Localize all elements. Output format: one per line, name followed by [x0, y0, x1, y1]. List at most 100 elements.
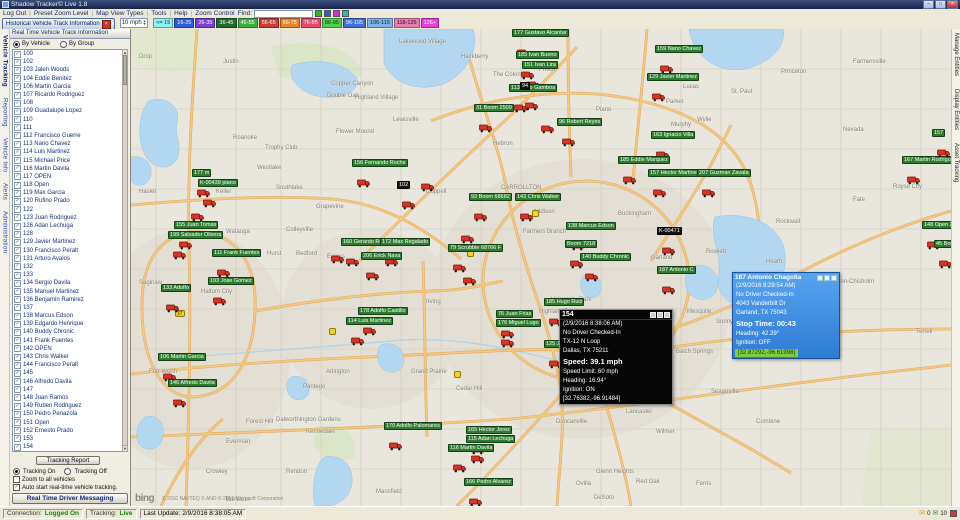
vehicle-checkbox[interactable]: ✓	[14, 427, 21, 434]
vehicle-list[interactable]: ✓100✓102✓103 Jalen Woods✓104 Eddie Benit…	[12, 49, 123, 452]
vehicle-checkbox[interactable]: ✓	[14, 329, 21, 336]
popup-info-icon[interactable]	[824, 275, 830, 281]
vehicle-list-item[interactable]: ✓114 Luis Martinez	[13, 148, 122, 156]
vehicle-checkbox[interactable]: ✓	[14, 149, 21, 156]
quick-color-blue-icon[interactable]	[324, 10, 331, 17]
vehicle-checkbox[interactable]: ✓	[14, 362, 21, 369]
vehicle-list-item[interactable]: ✓150 Pedro Penazola	[13, 410, 122, 418]
scroll-thumb[interactable]	[123, 55, 127, 85]
vehicle-checkbox[interactable]: ✓	[14, 124, 21, 131]
vehicle-checkbox[interactable]: ✓	[14, 206, 21, 213]
quick-color-teal-icon[interactable]	[342, 10, 349, 17]
vehicle-checkbox[interactable]: ✓	[14, 165, 21, 172]
vehicle-checkbox[interactable]: ✓	[14, 239, 21, 246]
vehicle-list-item[interactable]: ✓152 Ernesto Prado	[13, 427, 122, 435]
vehicle-checkbox[interactable]: ✓	[14, 141, 21, 148]
vehicle-list-item[interactable]: ✓149 Ruben Rodriguez	[13, 402, 122, 410]
vehicle-checkbox[interactable]: ✓	[14, 263, 21, 270]
tracking-report-button[interactable]: Tracking Report	[36, 456, 100, 465]
menu-item-help[interactable]: Help	[174, 10, 187, 17]
popup-title-bar[interactable]: 187 Antonio Chagolla	[733, 273, 839, 282]
vehicle-list-item[interactable]: ✓142 OPEN	[13, 345, 122, 353]
vehicle-checkbox[interactable]: ✓	[14, 313, 21, 320]
tracking-off-radio[interactable]	[64, 468, 71, 475]
vehicle-list-item[interactable]: ✓112 Francisco Guerre	[13, 132, 122, 140]
sidebar-tab-vehicle-info[interactable]: Vehicle Info	[2, 138, 8, 173]
menu-item-tools[interactable]: Tools	[151, 10, 166, 17]
vehicle-checkbox[interactable]: ✓	[14, 223, 21, 230]
tracking-on-radio[interactable]	[13, 468, 20, 475]
vehicle-list-item[interactable]: ✓147	[13, 386, 122, 394]
minimize-button[interactable]: –	[923, 0, 934, 9]
close-button[interactable]: ×	[947, 0, 958, 9]
vehicle-list-item[interactable]: ✓126 Adan Lechuga	[13, 222, 122, 230]
vehicle-list-item[interactable]: ✓120 Rufino Prado	[13, 197, 122, 205]
alert-red-icon[interactable]	[950, 510, 957, 517]
popup-info-icon[interactable]	[657, 312, 663, 318]
vehicle-list-scrollbar[interactable]: ▲ ▼	[122, 49, 128, 452]
vehicle-checkbox[interactable]: ✓	[14, 337, 21, 344]
right-strip-link-manage-entities[interactable]: Manage Entities	[953, 33, 959, 76]
vehicle-checkbox[interactable]: ✓	[14, 255, 21, 262]
vehicle-list-item[interactable]: ✓133	[13, 271, 122, 279]
right-strip-link-asset-tracking[interactable]: Asset Tracking	[953, 143, 959, 182]
vehicle-list-item[interactable]: ✓122	[13, 206, 122, 214]
vehicle-list-item[interactable]: ✓153	[13, 435, 122, 443]
mail-yellow-icon[interactable]: ✉	[919, 510, 925, 517]
vehicle-list-item[interactable]: ✓131 Arturo Avalos	[13, 255, 122, 263]
vehicle-checkbox[interactable]: ✓	[14, 386, 21, 393]
vehicle-checkbox[interactable]: ✓	[14, 198, 21, 205]
sidebar-tab-administration[interactable]: Administration	[2, 211, 8, 253]
vehicle-list-item[interactable]: ✓106 Martin Garcia	[13, 83, 122, 91]
panel-title[interactable]: Real Time Vehicle Track Information	[10, 29, 130, 39]
driver-messaging-button[interactable]: Real Time Driver Messaging	[12, 493, 128, 504]
vehicle-list-item[interactable]: ✓143 Chris Walker	[13, 353, 122, 361]
sidebar-tab-alerts[interactable]: Alerts	[2, 183, 8, 200]
popup-pin-icon[interactable]	[817, 275, 823, 281]
vehicle-checkbox[interactable]: ✓	[14, 214, 21, 221]
menu-item-preset-zoom-level[interactable]: Preset Zoom Level	[34, 10, 89, 17]
vehicle-checkbox[interactable]: ✓	[14, 59, 21, 66]
vehicle-checkbox[interactable]: ✓	[14, 75, 21, 82]
vehicle-checkbox[interactable]: ✓	[14, 378, 21, 385]
vehicle-list-item[interactable]: ✓109 Guadalupe Lopez	[13, 107, 122, 115]
vehicle-checkbox[interactable]: ✓	[14, 51, 21, 58]
vehicle-list-item[interactable]: ✓113 Nano Chavez	[13, 140, 122, 148]
popup-pin-icon[interactable]	[650, 312, 656, 318]
vehicle-list-item[interactable]: ✓102	[13, 58, 122, 66]
quick-color-pink-icon[interactable]	[333, 10, 340, 17]
vehicle-checkbox[interactable]: ✓	[14, 108, 21, 115]
vehicle-checkbox[interactable]: ✓	[14, 247, 21, 254]
map[interactable]: DropJustinLakewood VillageThe ColonyHack…	[131, 29, 951, 506]
find-input[interactable]	[254, 10, 313, 18]
vehicle-checkbox[interactable]: ✓	[14, 304, 21, 311]
vehicle-checkbox[interactable]: ✓	[14, 435, 21, 442]
by-group-radio[interactable]	[60, 41, 67, 48]
menu-item-zoom-control[interactable]: Zoom Control	[195, 10, 234, 17]
speed-threshold-select[interactable]: 10 mph ▲▼	[120, 18, 148, 28]
vehicle-checkbox[interactable]: ✓	[14, 83, 21, 90]
vehicle-list-item[interactable]: ✓110	[13, 116, 122, 124]
vehicle-list-item[interactable]: ✓145	[13, 369, 122, 377]
vehicle-list-item[interactable]: ✓136 Benjamin Ramirez	[13, 296, 122, 304]
vehicle-list-item[interactable]: ✓108	[13, 99, 122, 107]
vehicle-checkbox[interactable]: ✓	[14, 296, 21, 303]
auto-start-checkbox[interactable]: ✓	[13, 484, 20, 491]
menu-item-map-view-types[interactable]: Map View Types	[96, 10, 143, 17]
vehicle-list-item[interactable]: ✓154	[13, 443, 122, 451]
vehicle-checkbox[interactable]: ✓	[14, 288, 21, 295]
zoom-all-checkbox[interactable]	[13, 476, 20, 483]
vehicle-popup-187[interactable]: 187 Antonio Chagolla (2/9/2016 8:29:54 A…	[732, 272, 840, 359]
vehicle-list-item[interactable]: ✓117 OPEN	[13, 173, 122, 181]
vehicle-checkbox[interactable]: ✓	[14, 231, 21, 238]
vehicle-list-item[interactable]: ✓148 Juan Ramos	[13, 394, 122, 402]
vehicle-list-item[interactable]: ✓135 Manuel Martinez	[13, 287, 122, 295]
vehicle-checkbox[interactable]: ✓	[14, 321, 21, 328]
vehicle-list-item[interactable]: ✓130 Francisco Peralt	[13, 247, 122, 255]
sidebar-tab-vehicle-tracking[interactable]: Vehicle Tracking	[2, 35, 8, 87]
vehicle-popup-154[interactable]: 154 (2/9/2016 8:38:06 AM)No Driver Check…	[559, 309, 673, 405]
vehicle-list-item[interactable]: ✓138 Marcus Edson	[13, 312, 122, 320]
incident-icon[interactable]	[329, 328, 336, 335]
vehicle-checkbox[interactable]: ✓	[14, 411, 21, 418]
by-vehicle-radio[interactable]	[13, 41, 20, 48]
